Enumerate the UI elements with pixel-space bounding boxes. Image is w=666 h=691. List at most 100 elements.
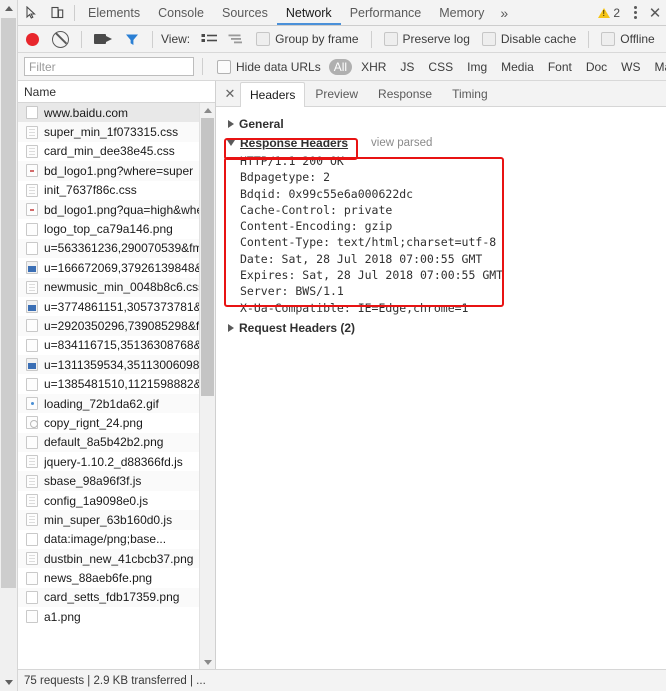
request-name: min_super_63b160d0.js [44,512,173,527]
request-scroll-thumb[interactable] [201,118,214,396]
response-header-line: Server: BWS/1.1 [240,284,344,299]
request-row[interactable]: dustbin_new_41cbcb37.png [18,548,199,569]
preserve-log-checkbox[interactable]: Preserve log [383,32,470,46]
request-row[interactable]: bd_logo1.png?where=super [18,161,199,181]
preserve-log-label: Preserve log [402,32,470,46]
request-row[interactable]: sbase_98a96f3f.js [18,471,199,491]
request-name: a1.png [44,609,81,624]
tab-headers[interactable]: Headers [240,82,306,107]
response-header-line: Expires: Sat, 28 Jul 2018 07:00:55 GMT [240,268,504,283]
warning-count: 2 [613,5,620,20]
toolbar-divider [370,30,372,48]
tab-sources[interactable]: Sources [213,1,277,25]
type-filter-media[interactable]: Media [496,59,539,75]
request-list-scrollbar[interactable] [199,103,215,669]
record-button[interactable] [26,32,39,46]
view-parsed-link[interactable]: view parsed [371,137,432,149]
inspect-element-icon[interactable] [18,1,44,25]
request-name: u=3774861151,3057373781&f [44,299,199,314]
tab-response[interactable]: Response [368,81,442,106]
chevron-right-icon [228,119,234,128]
request-list: www.baidu.com super_min_1f073315.css card_… [18,103,199,669]
request-row[interactable]: default_8a5b42b2.png [18,432,199,453]
request-row[interactable]: newmusic_min_0048b8c6.css [18,277,199,297]
request-list-header: Name [18,81,215,103]
request-row[interactable]: min_super_63b160d0.js [18,510,199,530]
request-row[interactable]: u=834116715,35136308768&f.. [18,336,199,355]
type-filter-xhr[interactable]: XHR [356,59,391,75]
page-scrollbar[interactable] [0,0,18,691]
type-filter-doc[interactable]: Doc [581,59,612,75]
network-toolbar: View: Group by frame Preserve log Disabl… [18,26,666,53]
request-row[interactable]: config_1a9098e0.js [18,491,199,510]
response-headers-section-label: Response Headers [240,135,349,150]
request-type-icon [26,319,38,333]
page-scrollbar-up-arrow[interactable] [0,0,17,17]
page-scrollbar-down-arrow[interactable] [0,674,17,691]
disable-cache-checkbox[interactable]: Disable cache [481,32,576,46]
tab-memory[interactable]: Memory [430,1,493,25]
type-filter-img[interactable]: Img [462,59,492,75]
request-row[interactable]: u=166672069,37926139848&f.. [18,258,199,277]
close-detail-icon[interactable]: ✕ [220,82,240,106]
request-row[interactable]: data:image/png;base... [18,530,199,549]
request-row[interactable]: u=563361236,290070539&fm. [18,238,199,259]
request-row[interactable]: copy_rignt_24.png [18,413,199,432]
type-filter-manifest[interactable]: Manifest [650,59,666,75]
request-row[interactable]: jquery-1.10.2_d88366fd.js [18,452,199,471]
tab-elements[interactable]: Elements [79,1,149,25]
request-name: u=1385481510,1121598882&f [44,377,199,392]
hide-data-urls-checkbox[interactable]: Hide data URLs [217,59,321,74]
tab-console[interactable]: Console [149,1,213,25]
request-row[interactable]: www.baidu.com [18,103,199,123]
request-row[interactable]: a1.png [18,607,199,626]
response-header-line: Content-Encoding: gzip [240,219,393,234]
request-row[interactable]: u=2920350296,739085298&f.. [18,316,199,336]
request-row[interactable]: loading_72b1da62.gif [18,393,199,414]
toggle-device-toolbar-icon[interactable] [44,1,70,25]
general-section-toggle[interactable]: General [226,115,666,132]
request-headers-section-toggle[interactable]: Request Headers (2) [226,320,666,337]
devtools-menu-icon[interactable] [626,2,644,24]
request-row[interactable]: init_7637f86c.css [18,181,199,200]
type-filter-font[interactable]: Font [543,59,577,75]
request-name: config_1a9098e0.js [44,493,149,508]
filter-funnel-icon[interactable] [125,33,139,46]
close-devtools-icon[interactable]: ✕ [644,2,666,24]
request-row[interactable]: card_min_dee38e45.css [18,142,199,161]
devtools-window: Elements Console Sources Network Perform… [0,0,666,691]
type-filter-all[interactable]: All [328,58,353,75]
request-row[interactable]: card_setts_fdb17359.png [18,587,199,608]
waterfall-view-icon[interactable] [228,33,245,46]
type-filter-css[interactable]: CSS [423,59,458,75]
response-headers-section-toggle[interactable]: Response Headers view parsed [226,134,666,151]
clear-button[interactable] [52,30,69,48]
request-scroll-up-arrow[interactable] [200,103,215,117]
type-filter-ws[interactable]: WS [616,59,645,75]
request-name: super_min_1f073315.css [44,125,179,140]
request-row[interactable]: bd_logo1.png?qua=high&whe [18,199,199,220]
tab-timing[interactable]: Timing [442,81,498,106]
request-name: u=2920350296,739085298&f.. [44,318,199,333]
more-tabs-icon[interactable]: » [493,5,515,21]
request-row[interactable]: super_min_1f073315.css [18,122,199,142]
filter-input[interactable] [24,57,194,76]
tab-preview[interactable]: Preview [305,81,368,106]
tab-network[interactable]: Network [277,1,341,25]
list-view-icon[interactable] [201,33,218,46]
tab-performance[interactable]: Performance [341,1,431,25]
type-filter-js[interactable]: JS [395,59,419,75]
request-row[interactable]: u=1311359534,35113006098& [18,355,199,375]
offline-checkbox[interactable]: Offline [601,32,655,46]
capture-screenshots-icon[interactable] [94,33,112,45]
request-row[interactable]: news_88aeb6fe.png [18,568,199,587]
warning-badge[interactable]: 2 [592,6,626,20]
page-scrollbar-thumb[interactable] [1,18,16,588]
group-by-frame-checkbox[interactable]: Group by frame [256,32,359,46]
request-row[interactable]: u=1385481510,1121598882&f [18,374,199,393]
request-row[interactable]: logo_top_ca79a146.png [18,219,199,238]
request-scroll-down-arrow[interactable] [200,655,215,669]
request-row[interactable]: u=3774861151,3057373781&f [18,297,199,316]
chevron-right-icon [228,324,234,333]
request-type-icon [26,416,38,430]
